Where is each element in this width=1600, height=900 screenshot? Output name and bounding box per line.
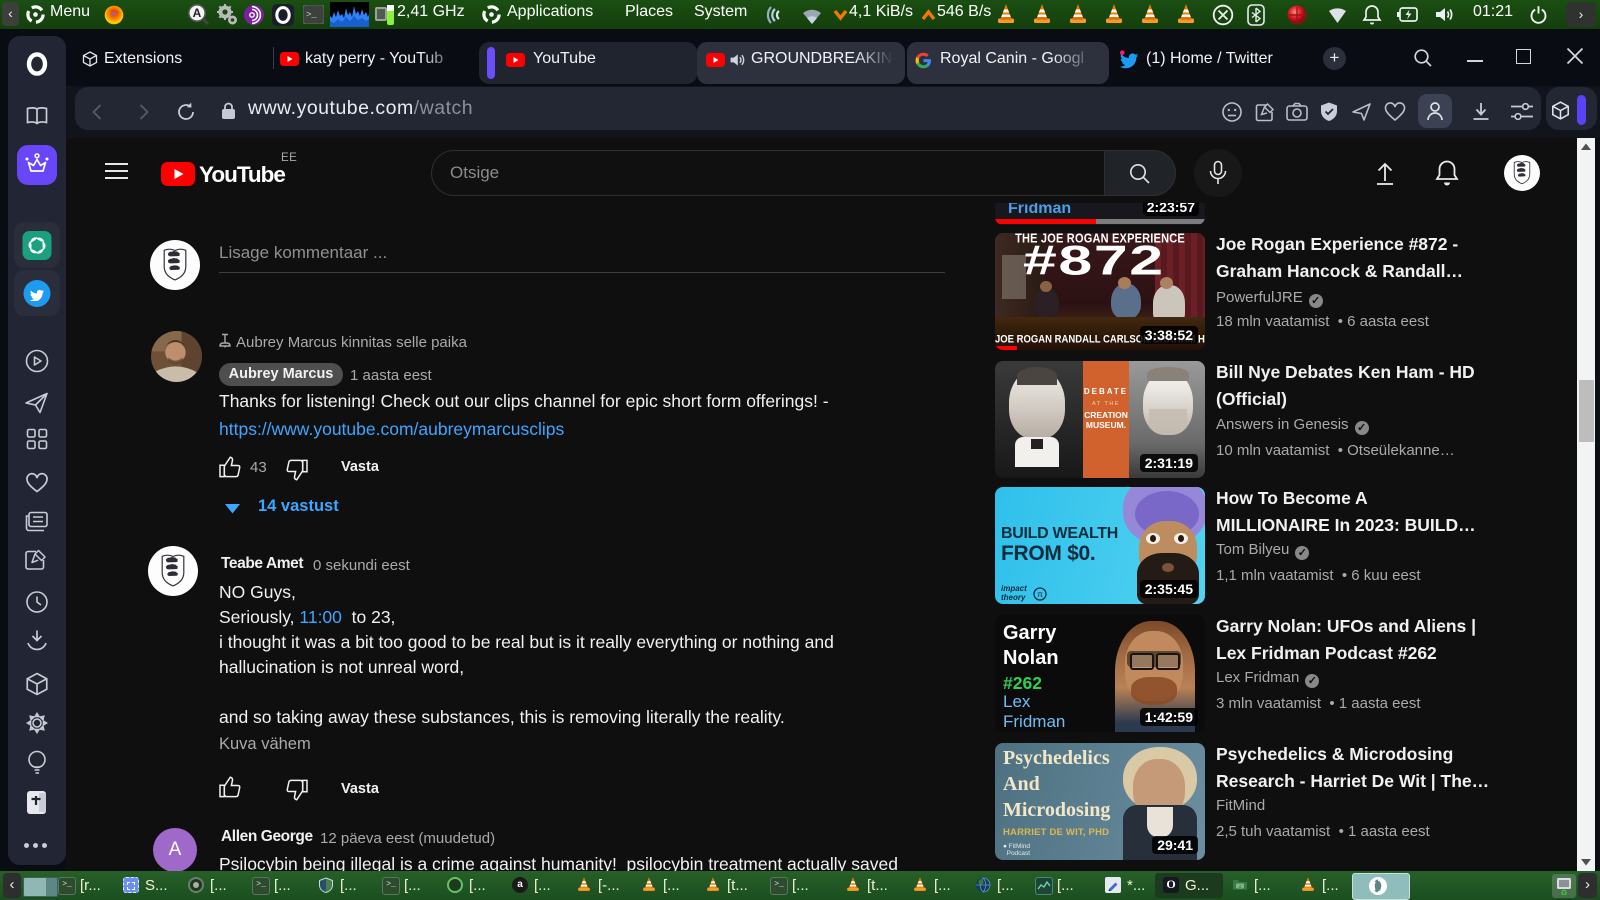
svg-text:A: A <box>193 6 202 20</box>
svg-text:♫: ♫ <box>1238 884 1242 890</box>
svg-text:♻: ♻ <box>1560 889 1567 898</box>
svg-text:π: π <box>1037 590 1043 599</box>
svg-text:>_: >_ <box>306 10 317 20</box>
